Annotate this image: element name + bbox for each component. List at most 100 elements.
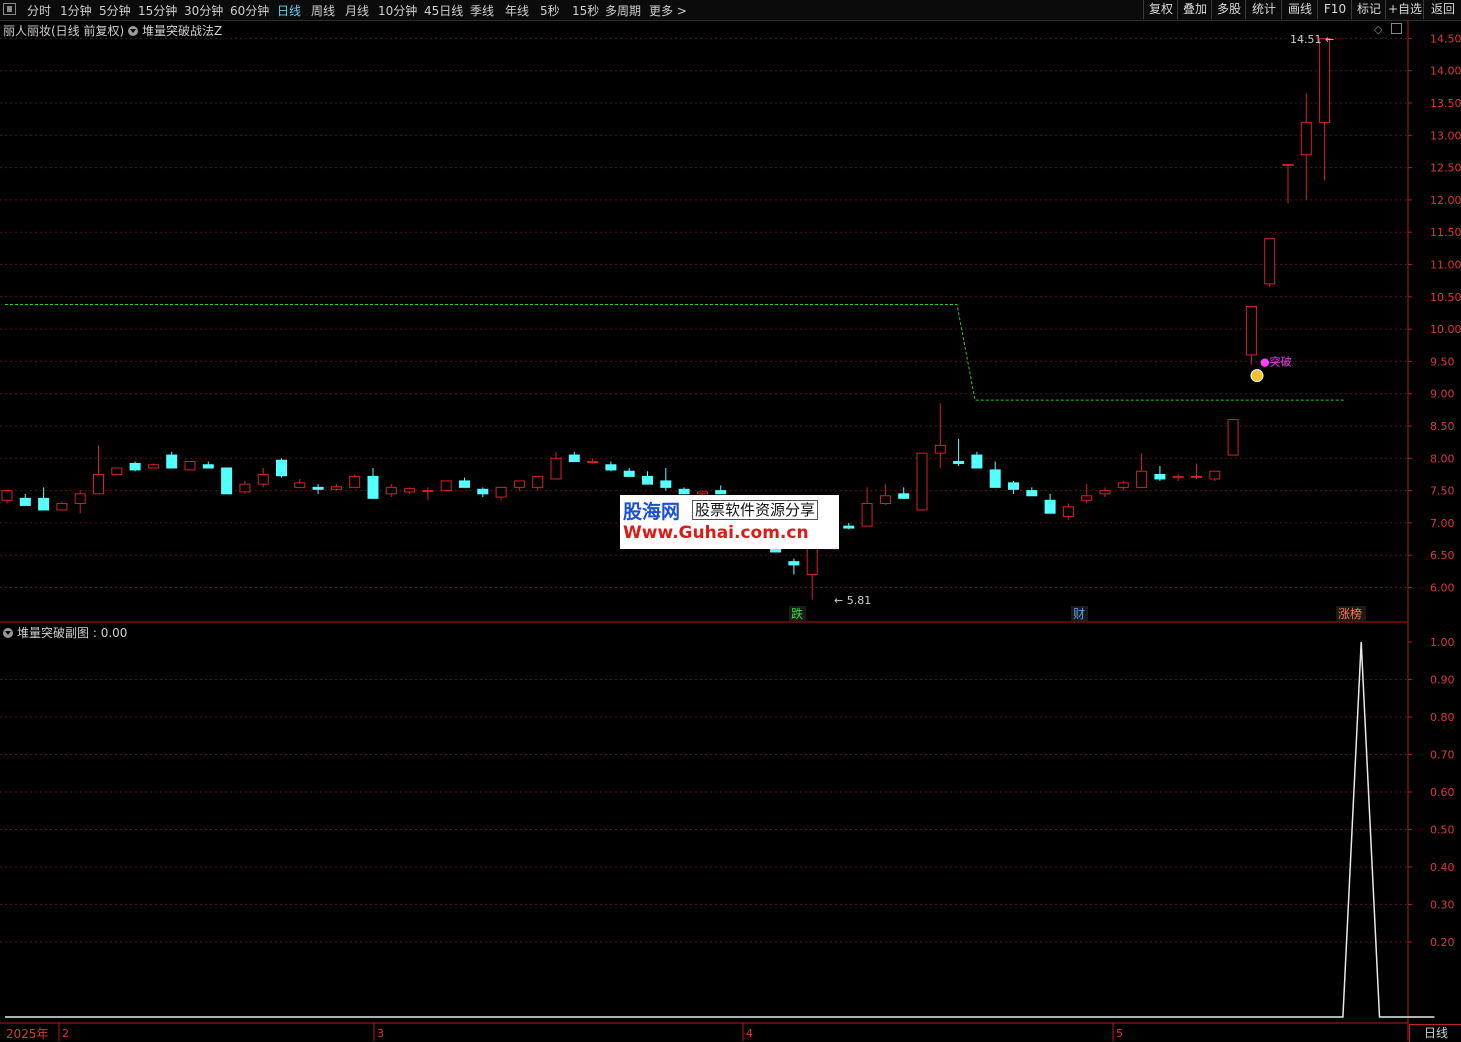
candle-body [202, 464, 214, 469]
candle-body [568, 454, 580, 463]
candle-body [1062, 506, 1074, 517]
price-axis-label: 12.00 [1430, 194, 1461, 207]
watermark-title: 股海网 [623, 501, 681, 523]
candle-body [276, 459, 287, 477]
sub-axis-label: 0.70 [1430, 749, 1455, 762]
candle-body [38, 497, 50, 511]
candle-body [532, 475, 544, 488]
price-axis-label: 7.50 [1430, 485, 1455, 498]
candle-body [587, 461, 599, 464]
timeframe-button[interactable]: 日线 [1409, 1024, 1461, 1042]
sub-axis-label: 0.40 [1430, 861, 1455, 874]
candle-body [843, 525, 855, 529]
candle-body [605, 464, 617, 471]
candle-body [715, 490, 727, 495]
sub-axis-label: 0.30 [1430, 899, 1455, 912]
candle-body [989, 469, 1001, 488]
sub-axis-label: 0.20 [1430, 936, 1455, 949]
sub-axis-label: 0.60 [1430, 786, 1455, 799]
candle-body [1300, 121, 1312, 156]
candle-body [184, 461, 196, 471]
candle-body [147, 464, 159, 469]
watermark-url: Www.Guhai.com.cn [623, 523, 809, 543]
sub-axis-label: 0.50 [1430, 824, 1455, 837]
candle-body [953, 461, 965, 464]
sub-indicator-line [5, 641, 1435, 1018]
month-label: 2 [62, 1027, 69, 1040]
candle-body [1172, 475, 1184, 479]
price-axis-label: 10.50 [1430, 291, 1461, 304]
month-label: 4 [746, 1027, 753, 1040]
candle-body [1191, 475, 1202, 478]
price-axis-label: 10.00 [1430, 323, 1461, 336]
candle-body [257, 473, 269, 485]
candle-body [385, 486, 397, 495]
event-marker: 跌 [791, 606, 803, 621]
candle-body [971, 454, 983, 469]
price-axis-label: 9.50 [1430, 355, 1455, 368]
candle-body [93, 473, 104, 495]
candle-body [19, 497, 31, 506]
month-label: 3 [377, 1027, 384, 1040]
candle-body [1008, 482, 1019, 490]
candle-body [550, 457, 562, 480]
candle-body [1099, 490, 1111, 495]
price-axis-label: 9.00 [1430, 388, 1455, 401]
candle-body [1319, 37, 1331, 123]
candle-body [56, 503, 68, 511]
watermark-tagline: 股票软件资源分享 [692, 500, 819, 520]
price-axis-label: 11.00 [1430, 259, 1461, 272]
event-marker: 涨榜 [1338, 606, 1362, 621]
candle-body [330, 486, 342, 490]
candle-body [74, 493, 86, 505]
candle-body [404, 488, 416, 493]
candle-body [1136, 470, 1148, 488]
candle-body [879, 495, 891, 505]
price-axis-label: 11.50 [1430, 226, 1461, 239]
candle-body [477, 488, 489, 495]
event-marker: 财 [1073, 607, 1085, 621]
candle-body [1264, 238, 1276, 285]
candle-body [513, 480, 525, 488]
candle-body [312, 486, 324, 490]
price-axis-label: 14.00 [1430, 65, 1461, 78]
breakout-level-line [5, 304, 1344, 401]
candle-body [696, 491, 708, 495]
candle-body [916, 452, 928, 511]
price-axis-label: 8.50 [1430, 420, 1455, 433]
candle-body [806, 546, 818, 576]
candle-body [349, 475, 361, 488]
price-axis-label: 8.00 [1430, 452, 1455, 465]
money-bag-icon [1250, 369, 1264, 383]
candle-body [1, 490, 13, 501]
candle-body [898, 493, 910, 499]
low-price-annotation: ← 5.81 [834, 594, 871, 607]
candle-body [1117, 482, 1129, 488]
candle-body [1044, 499, 1056, 514]
candle-body [367, 475, 379, 499]
candle-body [1026, 490, 1038, 497]
month-label: 5 [1116, 1027, 1123, 1040]
sub-axis-label: 1.00 [1430, 636, 1455, 649]
candle-body [660, 480, 672, 488]
candle-body [934, 444, 946, 454]
candle-body [788, 561, 800, 566]
price-axis-label: 13.00 [1430, 129, 1461, 142]
candle-body [1209, 470, 1221, 480]
candle-body [422, 490, 434, 493]
price-axis-label: 6.50 [1430, 549, 1455, 562]
price-axis-label: 12.50 [1430, 162, 1461, 175]
price-axis-label: 14.50 [1430, 32, 1461, 45]
candle-body [642, 475, 653, 485]
candle-body [861, 503, 873, 527]
candle-body [129, 462, 141, 471]
candle-body [1282, 163, 1294, 166]
candle-body [440, 480, 452, 492]
candle-body [111, 467, 123, 475]
candle-body [1245, 305, 1257, 356]
breakout-signal-label: ●突破 [1260, 354, 1292, 368]
candle-body [221, 467, 233, 495]
candle-body [495, 486, 507, 498]
candle-body [623, 470, 635, 477]
candle-body [678, 488, 690, 495]
